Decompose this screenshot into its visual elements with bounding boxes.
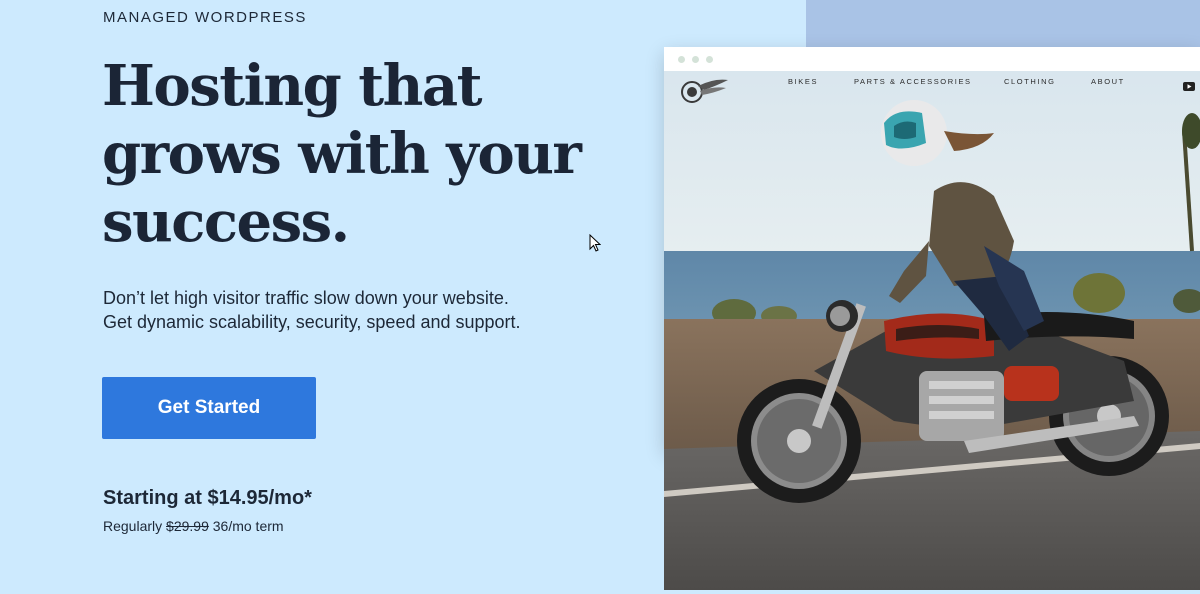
- headline-line-2: grows with your: [102, 121, 582, 187]
- eyebrow-label: MANAGED WORDPRESS: [103, 9, 307, 26]
- nav-item-about[interactable]: ABOUT: [1091, 77, 1125, 86]
- page-title: Hosting that grows with your success.: [102, 52, 622, 256]
- site-nav: BIKES PARTS & ACCESSORIES CLOTHING ABOUT: [664, 71, 1200, 101]
- mouse-cursor-icon: [589, 233, 602, 257]
- regular-price-note: Regularly $29.99 36/mo term: [103, 518, 284, 534]
- subtitle-line-1: Don’t let high visitor traffic slow down…: [103, 288, 509, 308]
- regular-price-strikethrough: $29.99: [166, 518, 209, 534]
- hero-subtitle: Don’t let high visitor traffic slow down…: [103, 286, 623, 334]
- nav-item-bikes[interactable]: BIKES: [788, 77, 818, 86]
- window-dot-icon: [692, 55, 699, 63]
- window-dot-icon: [678, 55, 685, 63]
- subtitle-line-2: Get dynamic scalability, security, speed…: [103, 312, 521, 332]
- nav-item-clothing[interactable]: CLOTHING: [1004, 77, 1056, 86]
- youtube-icon[interactable]: [1183, 78, 1195, 96]
- regular-term: 36/mo term: [212, 518, 284, 534]
- nav-item-parts-accessories[interactable]: PARTS & ACCESSORIES: [854, 77, 972, 86]
- browser-titlebar: [664, 47, 1200, 72]
- headline-line-3: success.: [102, 189, 350, 255]
- motorcycle-rider-photo: [664, 71, 1200, 590]
- get-started-button[interactable]: Get Started: [102, 377, 316, 439]
- regular-prefix: Regularly: [103, 518, 163, 534]
- window-dot-icon: [706, 55, 713, 63]
- headline-line-1: Hosting that: [102, 53, 483, 119]
- starting-price: Starting at $14.95/mo*: [103, 487, 312, 509]
